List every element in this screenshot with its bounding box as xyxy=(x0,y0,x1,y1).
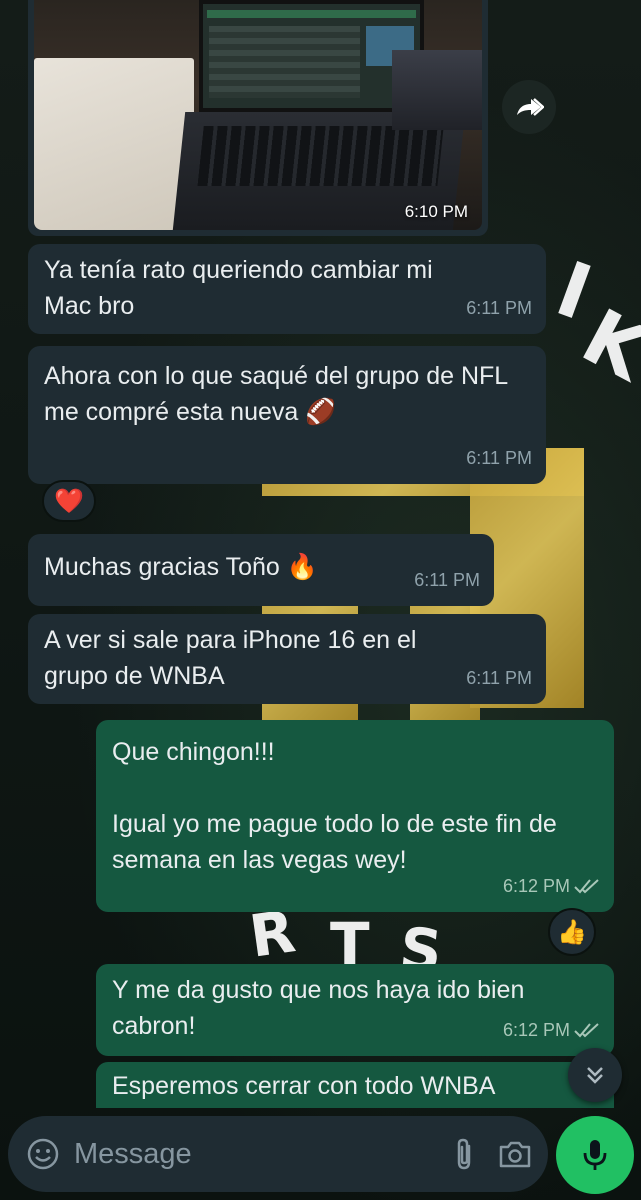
heart-icon: ❤️ xyxy=(54,487,84,515)
thumbs-up-icon: 👍 xyxy=(557,918,587,946)
double-chevron-down-icon xyxy=(587,1067,603,1084)
message-time: 6:11 PM xyxy=(466,298,532,318)
photo-image[interactable]: 6:10 PM xyxy=(34,0,482,230)
message-text-line: Que chingon!!! xyxy=(112,738,275,766)
message-bubble-incoming[interactable]: Ya tenía rato queriendo cambiar mi Mac b… xyxy=(28,244,546,334)
message-bubble-incoming[interactable]: Muchas gracias Toño 🔥 6:11 PM xyxy=(28,534,494,606)
forward-button[interactable] xyxy=(502,80,556,134)
emoji-icon xyxy=(27,1138,59,1170)
message-bubble-incoming[interactable]: A ver si sale para iPhone 16 en el grupo… xyxy=(28,614,546,704)
reaction-thumbs-up[interactable]: 👍 xyxy=(548,908,596,956)
camera-icon xyxy=(499,1141,531,1168)
message-text: Muchas gracias Toño 🔥 xyxy=(44,553,318,581)
camera-button[interactable] xyxy=(497,1131,533,1177)
voice-message-button[interactable] xyxy=(556,1116,634,1194)
message-bubble-outgoing[interactable]: Que chingon!!! Igual yo me pague todo lo… xyxy=(96,720,614,912)
message-time: 6:12 PM xyxy=(502,876,570,896)
reaction-heart[interactable]: ❤️ xyxy=(42,480,96,522)
photo-message[interactable]: 6:10 PM xyxy=(28,0,488,236)
emoji-button[interactable] xyxy=(26,1131,60,1177)
mic-icon xyxy=(583,1140,607,1170)
double-check-icon xyxy=(574,1023,599,1038)
message-bubble-incoming[interactable]: Ahora con lo que saqué del grupo de NFL … xyxy=(28,346,546,484)
message-input[interactable] xyxy=(74,1137,451,1171)
message-bubble-outgoing[interactable]: Y me da gusto que nos haya ido bien cabr… xyxy=(96,964,614,1056)
message-text: A ver si sale para iPhone 16 en el grupo… xyxy=(44,626,417,690)
message-time: 6:11 PM xyxy=(414,570,480,590)
message-text: Ya tenía rato queriendo cambiar mi Mac b… xyxy=(44,256,433,320)
message-time: 6:11 PM xyxy=(466,448,532,468)
attach-button[interactable] xyxy=(451,1131,477,1177)
message-text: Esperemos cerrar con todo WNBA xyxy=(112,1072,496,1100)
message-time: 6:10 PM xyxy=(404,202,468,221)
forward-icon xyxy=(517,98,544,116)
message-bubble-outgoing[interactable]: Esperemos cerrar con todo WNBA xyxy=(96,1062,614,1108)
message-time: 6:11 PM xyxy=(466,668,532,688)
message-time: 6:12 PM xyxy=(502,1020,570,1040)
double-check-icon xyxy=(574,879,599,894)
scroll-to-bottom-button[interactable] xyxy=(568,1048,622,1102)
message-composer xyxy=(8,1116,548,1192)
message-text: Ahora con lo que saqué del grupo de NFL … xyxy=(44,362,508,426)
attach-icon xyxy=(457,1138,471,1170)
